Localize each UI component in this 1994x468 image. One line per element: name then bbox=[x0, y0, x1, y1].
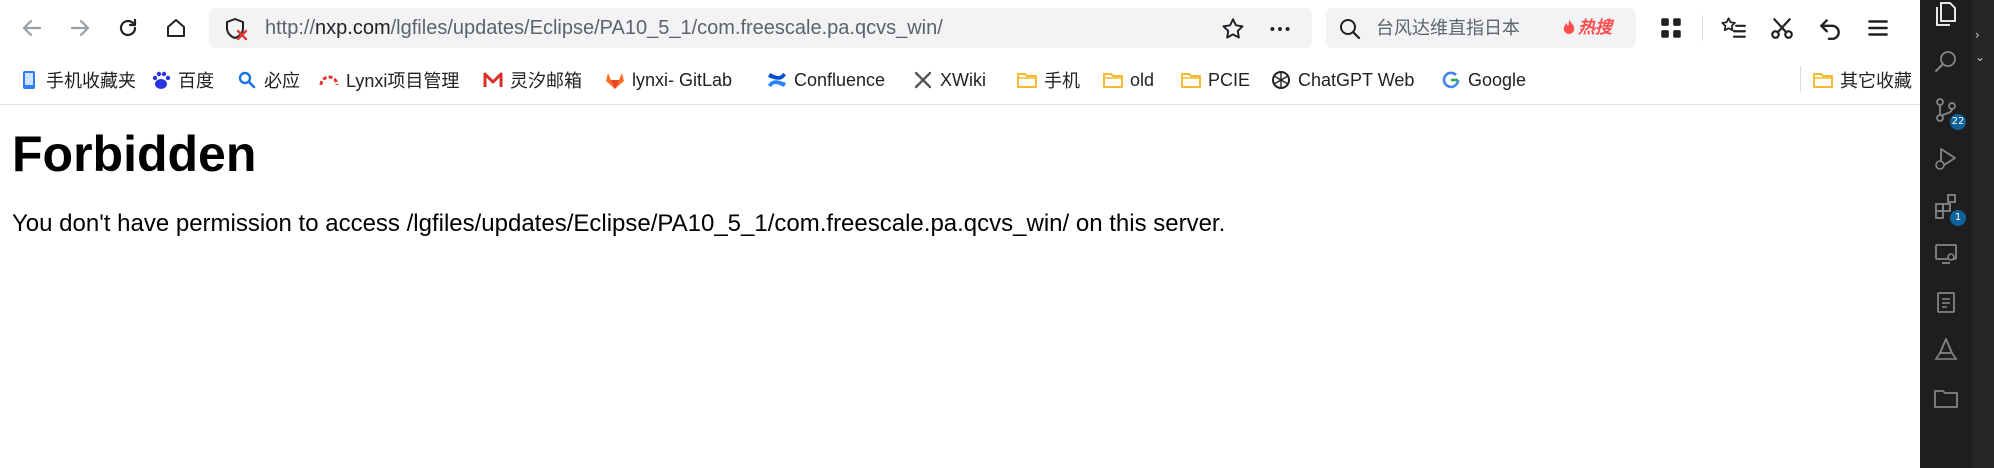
url-path: /lgfiles/updates/Eclipse/PA10_5_1/com.fr… bbox=[390, 17, 943, 39]
toolbar-divider bbox=[1702, 15, 1703, 41]
undo-icon bbox=[1820, 19, 1840, 41]
hot-search-badge[interactable]: 热搜 bbox=[1562, 17, 1612, 39]
vscode-activity-bar: 22 1 bbox=[1920, 0, 1972, 468]
back-arrow-icon bbox=[22, 19, 42, 37]
error-message: You don't have permission to access /lgf… bbox=[12, 210, 1226, 237]
folder-icon bbox=[1813, 73, 1833, 88]
chevron-down-icon[interactable]: ⌄ bbox=[1975, 50, 1985, 64]
phone-icon bbox=[23, 71, 35, 89]
apps-button[interactable] bbox=[1653, 10, 1689, 46]
deploy-button[interactable] bbox=[1932, 336, 1960, 364]
bookmark-star-icon[interactable] bbox=[1220, 16, 1246, 42]
undo-button[interactable] bbox=[1812, 10, 1848, 46]
hamburger-menu-icon bbox=[1868, 20, 1888, 36]
url-text[interactable]: http://nxp.com/lgfiles/updates/Eclipse/P… bbox=[265, 8, 943, 48]
url-host: nxp.com bbox=[315, 17, 391, 39]
address-bar[interactable]: http://nxp.com/lgfiles/updates/Eclipse/P… bbox=[209, 8, 1312, 48]
page-title: Forbidden bbox=[12, 126, 257, 182]
baidu-icon bbox=[152, 71, 171, 89]
home-icon bbox=[167, 19, 185, 37]
rocket-icon bbox=[1934, 338, 1958, 360]
favorites-list-icon bbox=[1721, 17, 1746, 38]
page-content: Forbidden You don't have permission to a… bbox=[12, 104, 1225, 240]
bookmark-item[interactable]: 必应 bbox=[236, 66, 300, 94]
gitlab-icon bbox=[606, 73, 624, 89]
bookmark-folder[interactable]: PCIE bbox=[1180, 66, 1250, 94]
other-bookmarks-folder[interactable]: 其它收藏 bbox=[1812, 66, 1912, 94]
bookmark-item[interactable]: XWiki bbox=[912, 66, 986, 94]
scissors-icon bbox=[1771, 18, 1793, 39]
back-button[interactable] bbox=[14, 10, 50, 46]
search-icon bbox=[1340, 19, 1361, 40]
folder-icon bbox=[1103, 73, 1123, 88]
flame-icon bbox=[1563, 19, 1575, 34]
remote-explorer-icon bbox=[1935, 244, 1957, 264]
bookmark-item[interactable]: Confluence bbox=[766, 66, 885, 94]
forward-arrow-icon bbox=[70, 19, 90, 37]
extensions-button[interactable]: 1 bbox=[1932, 192, 1966, 226]
browser-toolbar: http://nxp.com/lgfiles/updates/Eclipse/P… bbox=[0, 0, 1920, 56]
insecure-shield-icon[interactable] bbox=[223, 16, 249, 42]
bookmark-folder[interactable]: 手机 bbox=[1016, 66, 1080, 94]
bookmark-item[interactable]: 百度 bbox=[150, 66, 214, 94]
bookmarks-bar: 手机收藏夹 百度 必应 Lynxi项目管理 灵汐邮箱 lynxi- GitLab… bbox=[0, 56, 1920, 105]
folders-button[interactable] bbox=[1932, 384, 1960, 412]
clipboard-icon bbox=[1937, 292, 1955, 313]
vscode-side-panel-edge: › ⌄ bbox=[1972, 0, 1994, 468]
home-button[interactable] bbox=[158, 10, 194, 46]
source-control-button[interactable]: 22 bbox=[1932, 96, 1966, 130]
bookmark-item[interactable]: 灵汐邮箱 bbox=[482, 66, 582, 94]
explorer-button[interactable] bbox=[1932, 0, 1960, 28]
search-icon bbox=[1935, 51, 1956, 72]
folder-icon bbox=[1017, 73, 1037, 88]
forward-button[interactable] bbox=[62, 10, 98, 46]
source-control-badge: 22 bbox=[1950, 114, 1966, 130]
bookmark-item[interactable]: Google bbox=[1440, 66, 1526, 94]
bookmarks-divider bbox=[1800, 66, 1801, 92]
bing-search-icon bbox=[238, 71, 256, 89]
confluence-icon bbox=[768, 73, 786, 87]
remote-explorer-button[interactable] bbox=[1932, 240, 1960, 268]
url-scheme: http:// bbox=[265, 17, 316, 39]
bookmark-item[interactable]: ChatGPT Web bbox=[1270, 66, 1414, 94]
reload-icon bbox=[119, 18, 137, 37]
lynxi-icon bbox=[319, 75, 339, 86]
more-dots-icon[interactable] bbox=[1267, 16, 1293, 42]
bookmark-item[interactable]: lynxi- GitLab bbox=[604, 66, 732, 94]
folder-icon bbox=[1934, 390, 1958, 408]
xwiki-icon bbox=[914, 71, 932, 89]
search-suggestion[interactable]: 台风达维直指日本 bbox=[1376, 8, 1520, 48]
files-icon bbox=[1936, 2, 1956, 26]
mail-icon bbox=[483, 72, 503, 87]
bookmark-item[interactable]: 手机收藏夹 bbox=[18, 66, 136, 94]
apps-grid-icon bbox=[1661, 18, 1681, 38]
testing-button[interactable] bbox=[1932, 288, 1960, 316]
search-view-button[interactable] bbox=[1932, 48, 1960, 76]
run-debug-button[interactable] bbox=[1932, 144, 1960, 172]
favorites-button[interactable] bbox=[1716, 10, 1752, 46]
search-box[interactable]: 台风达维直指日本 热搜 bbox=[1326, 8, 1636, 48]
bookmark-item[interactable]: Lynxi项目管理 bbox=[318, 66, 459, 94]
bookmark-folder[interactable]: old bbox=[1102, 66, 1154, 94]
folder-icon bbox=[1181, 73, 1201, 88]
reload-button[interactable] bbox=[110, 10, 146, 46]
menu-button[interactable] bbox=[1860, 10, 1896, 46]
browser-window: http://nxp.com/lgfiles/updates/Eclipse/P… bbox=[0, 0, 1920, 468]
chatgpt-icon bbox=[1272, 71, 1290, 89]
google-icon bbox=[1442, 71, 1460, 89]
extensions-badge: 1 bbox=[1950, 210, 1966, 226]
chevron-right-icon[interactable]: › bbox=[1975, 28, 1980, 42]
run-debug-icon bbox=[1935, 148, 1956, 170]
screenshot-button[interactable] bbox=[1764, 10, 1800, 46]
